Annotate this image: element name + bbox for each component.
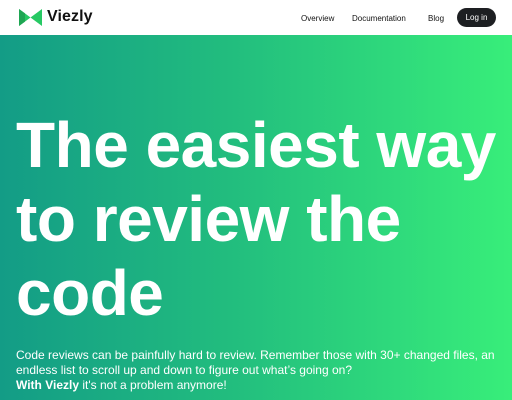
hero-title-line: code xyxy=(16,257,164,329)
nav-documentation-link[interactable]: Documentation xyxy=(352,14,406,23)
bowtie-logo-icon xyxy=(19,8,42,26)
page: Viezly Overview Documentation Blog Log i… xyxy=(0,0,512,400)
hero-description-line: Code reviews can be painfully hard to re… xyxy=(16,348,495,362)
hero-description-line: With Viezly it's not a problem anymore! xyxy=(16,378,506,393)
hero-title-line: to review the xyxy=(16,183,401,255)
nav-overview-link[interactable]: Overview xyxy=(301,14,334,23)
top-navbar: Viezly Overview Documentation Blog Log i… xyxy=(0,0,512,35)
hero-title: The easiest way to review the code xyxy=(16,108,506,330)
login-button[interactable]: Log in xyxy=(457,8,496,27)
hero-description: Code reviews can be painfully hard to re… xyxy=(16,348,506,393)
brand-link[interactable]: Viezly xyxy=(19,8,93,26)
hero-title-line: The easiest way xyxy=(16,109,496,181)
hero-description-line: endless list to scroll up and down to fi… xyxy=(16,363,352,377)
hero-description-strong: With Viezly xyxy=(16,378,80,392)
hero-section: The easiest way to review the code Code … xyxy=(0,35,512,400)
hero-description-tail: it's not a problem anymore! xyxy=(79,378,227,392)
brand-name: Viezly xyxy=(47,8,93,25)
nav-blog-link[interactable]: Blog xyxy=(428,14,444,23)
